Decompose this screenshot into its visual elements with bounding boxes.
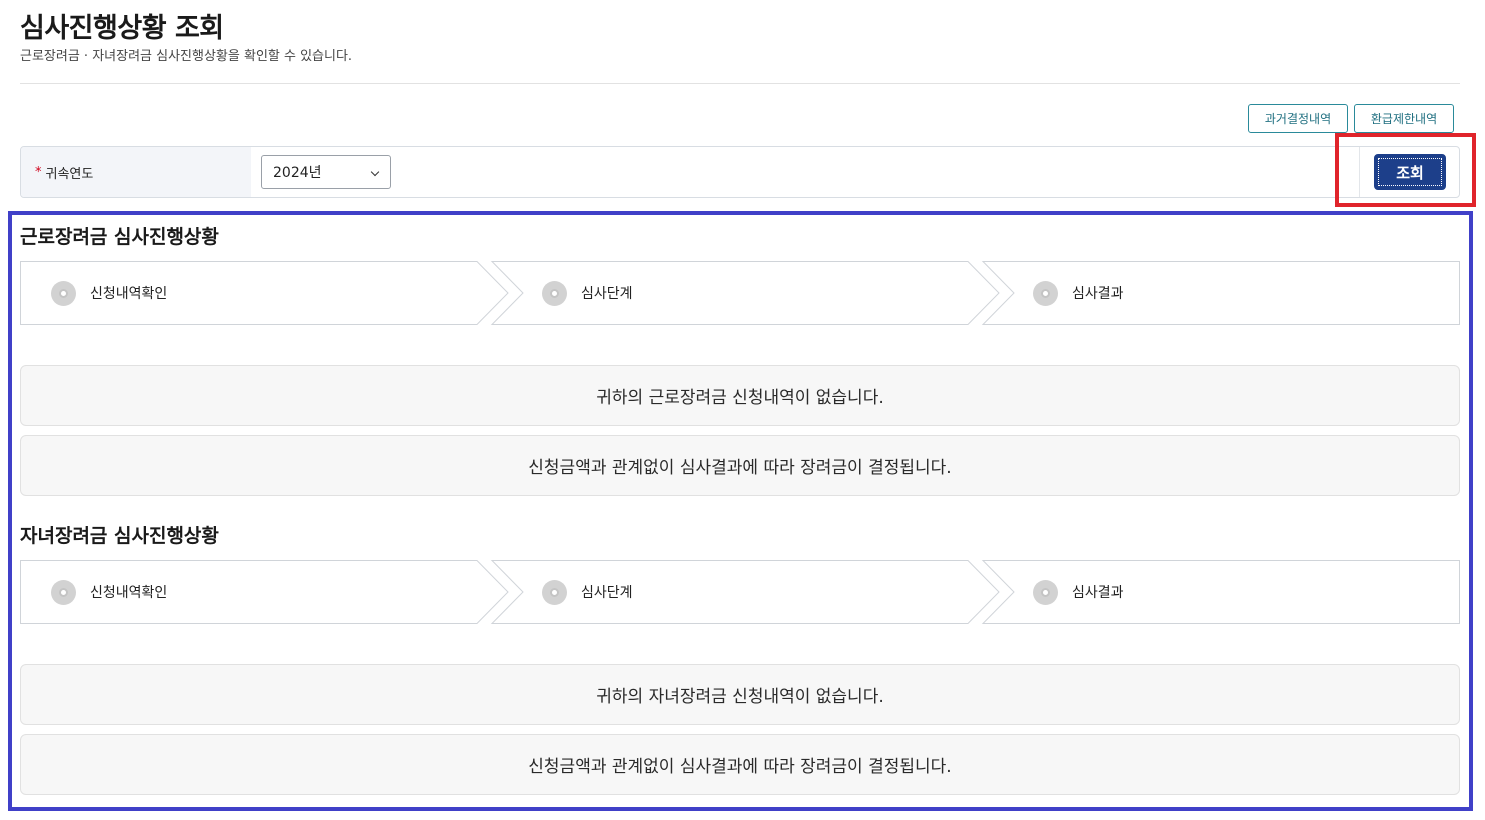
child-incentive-notice-message: 신청금액과 관계없이 심사결과에 따라 장려금이 결정됩니다. [20, 734, 1460, 795]
search-button[interactable]: 조회 [1374, 154, 1446, 190]
year-select[interactable]: 2024년 [261, 155, 391, 189]
year-select-value: 2024년 [273, 165, 322, 181]
step-application-check: 신청내역확인 [51, 560, 167, 624]
step-review-stage: 심사단계 [542, 261, 633, 325]
step-application-check: 신청내역확인 [51, 261, 167, 325]
step-label: 신청내역확인 [90, 585, 168, 601]
step-status-icon [1033, 280, 1058, 306]
step-review-result: 심사결과 [1033, 560, 1124, 624]
step-status-icon [542, 579, 567, 605]
work-incentive-empty-message: 귀하의 근로장려금 신청내역이 없습니다. [20, 365, 1460, 426]
work-incentive-notice-message: 신청금액과 관계없이 심사결과에 따라 장려금이 결정됩니다. [20, 435, 1460, 496]
step-arrows-graphic [20, 560, 1460, 624]
step-arrows-graphic [20, 261, 1460, 325]
child-incentive-empty-message: 귀하의 자녀장려금 신청내역이 없습니다. [20, 664, 1460, 725]
child-incentive-title: 자녀장려금 심사진행상황 [20, 525, 219, 547]
header-divider [20, 83, 1460, 84]
step-status-icon [542, 280, 567, 306]
past-decisions-button[interactable]: 과거결정내역 [1248, 104, 1348, 133]
step-status-icon [51, 280, 76, 306]
work-incentive-steps: 신청내역확인 심사단계 심사결과 [20, 261, 1460, 325]
step-status-icon [51, 579, 76, 605]
work-incentive-title: 근로장려금 심사진행상황 [20, 226, 219, 248]
year-label-text: 귀속연도 [45, 166, 94, 182]
step-label: 심사단계 [581, 585, 633, 601]
page-subtitle: 근로장려금 · 자녀장려금 심사진행상황을 확인할 수 있습니다. [20, 49, 353, 64]
page-title: 심사진행상황 조회 [20, 13, 224, 44]
step-label: 심사결과 [1072, 585, 1124, 601]
child-incentive-steps: 신청내역확인 심사단계 심사결과 [20, 560, 1460, 624]
step-label: 신청내역확인 [90, 286, 168, 302]
step-label: 심사단계 [581, 286, 633, 302]
required-mark: * [35, 164, 42, 180]
step-label: 심사결과 [1072, 286, 1124, 302]
refund-limit-button[interactable]: 환급제한내역 [1354, 104, 1454, 133]
step-review-result: 심사결과 [1033, 261, 1124, 325]
step-review-stage: 심사단계 [542, 560, 633, 624]
search-form: * 귀속연도 2024년 조회 [20, 146, 1460, 198]
step-status-icon [1033, 579, 1058, 605]
search-separator [1359, 147, 1360, 197]
year-label: * 귀속연도 [21, 147, 251, 197]
chevron-down-icon [370, 167, 380, 177]
